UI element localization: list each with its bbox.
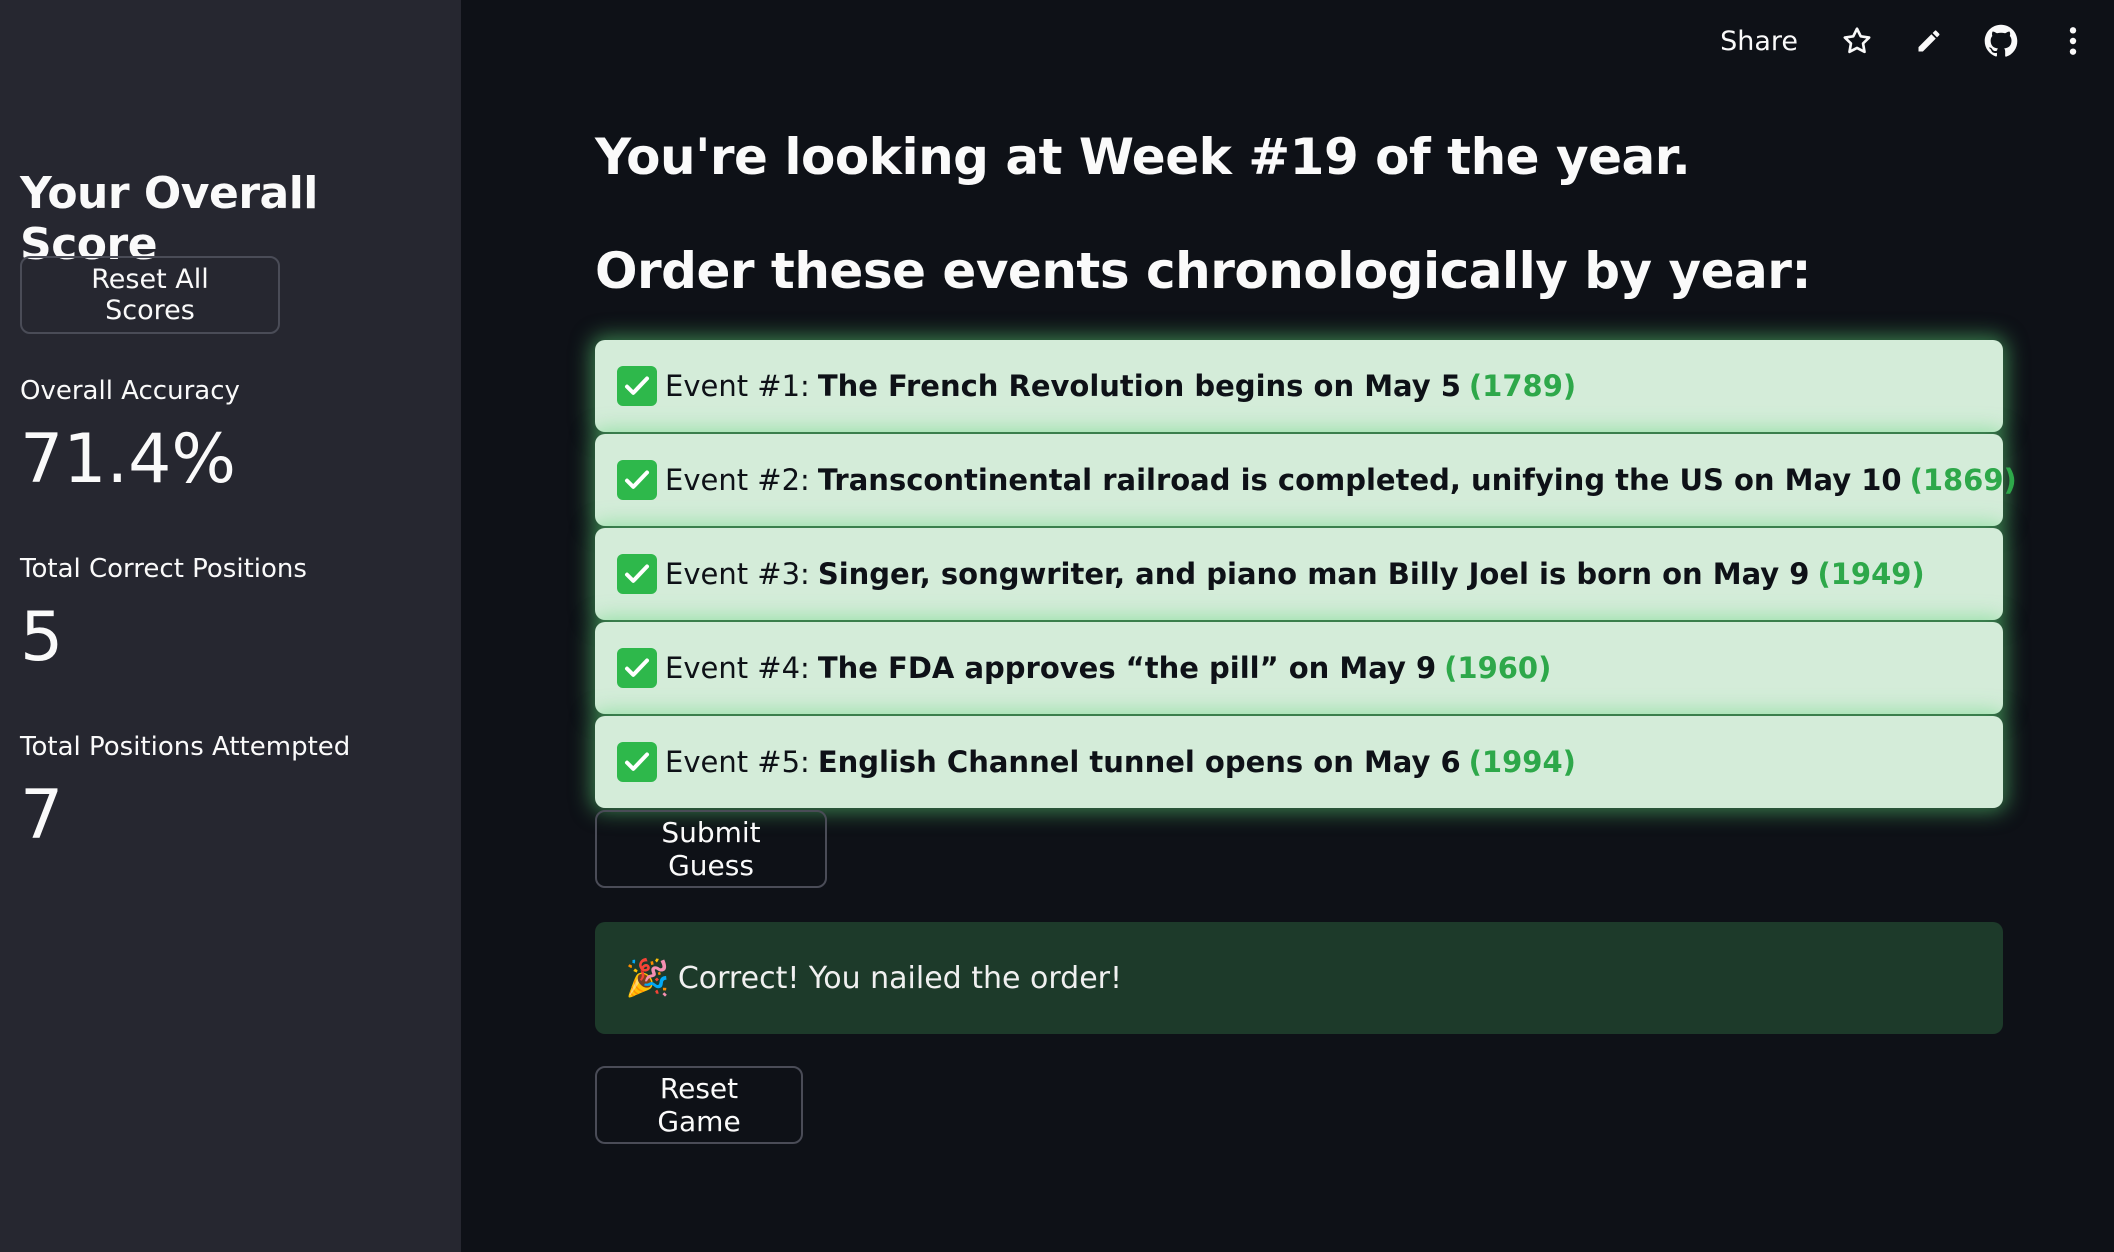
metric-total-correct-positions: Total Correct Positions 5 [20,554,307,672]
metric-value: 7 [20,776,64,855]
event-item-5[interactable]: Event #5: English Channel tunnel opens o… [595,716,2003,808]
event-year: (1869) [1909,463,2017,497]
event-number: Event #4: [665,651,810,685]
event-item-3[interactable]: Event #3: Singer, songwriter, and piano … [595,528,2003,620]
event-item-2[interactable]: Event #2: Transcontinental railroad is c… [595,434,2017,526]
event-number: Event #1: [665,369,810,403]
event-number: Event #2: [665,463,810,497]
page-title: You're looking at Week #19 of the year. [595,128,1691,186]
check-icon [617,648,657,688]
party-popper-icon: 🎉 [625,958,670,999]
metric-overall-accuracy: Overall Accuracy 71.4% [20,376,240,494]
event-text: English Channel tunnel opens on May 6 [817,745,1461,779]
instructions-heading: Order these events chronologically by ye… [595,242,1811,300]
event-text: Singer, songwriter, and piano man Billy … [817,557,1810,591]
event-number: Event #5: [665,745,810,779]
event-year: (1949) [1817,557,1925,591]
metric-label: Total Positions Attempted [20,732,351,762]
check-icon [617,742,657,782]
pencil-icon[interactable] [1908,20,1950,62]
event-text: Transcontinental railroad is completed, … [817,463,1902,497]
metric-total-positions-attempted: Total Positions Attempted 7 [20,732,350,850]
event-text: The French Revolution begins on May 5 [817,369,1461,403]
event-list: Event #1: The French Revolution begins o… [595,340,2017,808]
check-icon [617,366,657,406]
check-icon [617,554,657,594]
sidebar: Your Overall Score Reset All Scores Over… [0,0,461,1252]
reset-all-scores-button[interactable]: Reset All Scores [20,256,280,334]
toolbar: Share [1720,20,2094,62]
star-icon[interactable] [1836,20,1878,62]
submit-guess-button[interactable]: Submit Guess [595,810,827,888]
metric-label: Overall Accuracy [20,376,240,406]
event-number: Event #3: [665,557,810,591]
event-item-4[interactable]: Event #4: The FDA approves “the pill” on… [595,622,2003,714]
share-button[interactable]: Share [1720,26,1798,57]
event-year: (1789) [1468,369,1577,403]
metric-value: 5 [20,598,64,677]
more-vert-icon[interactable] [2052,20,2094,62]
metric-value: 71.4% [20,420,237,499]
main-content: Share You're looking at Week #19 of the … [461,0,2114,1252]
reset-game-button[interactable]: Reset Game [595,1066,803,1144]
check-icon [617,460,657,500]
app: Your Overall Score Reset All Scores Over… [0,0,2114,1252]
metric-label: Total Correct Positions [20,554,307,584]
sidebar-title: Your Overall Score [20,168,318,270]
success-alert: 🎉 Correct! You nailed the order! [595,922,2003,1034]
event-text: The FDA approves “the pill” on May 9 [817,651,1437,685]
github-icon[interactable] [1980,20,2022,62]
event-year: (1994) [1468,745,1576,779]
event-item-1[interactable]: Event #1: The French Revolution begins o… [595,340,2003,432]
success-message: Correct! You nailed the order! [677,960,1123,996]
event-year: (1960) [1444,651,1552,685]
